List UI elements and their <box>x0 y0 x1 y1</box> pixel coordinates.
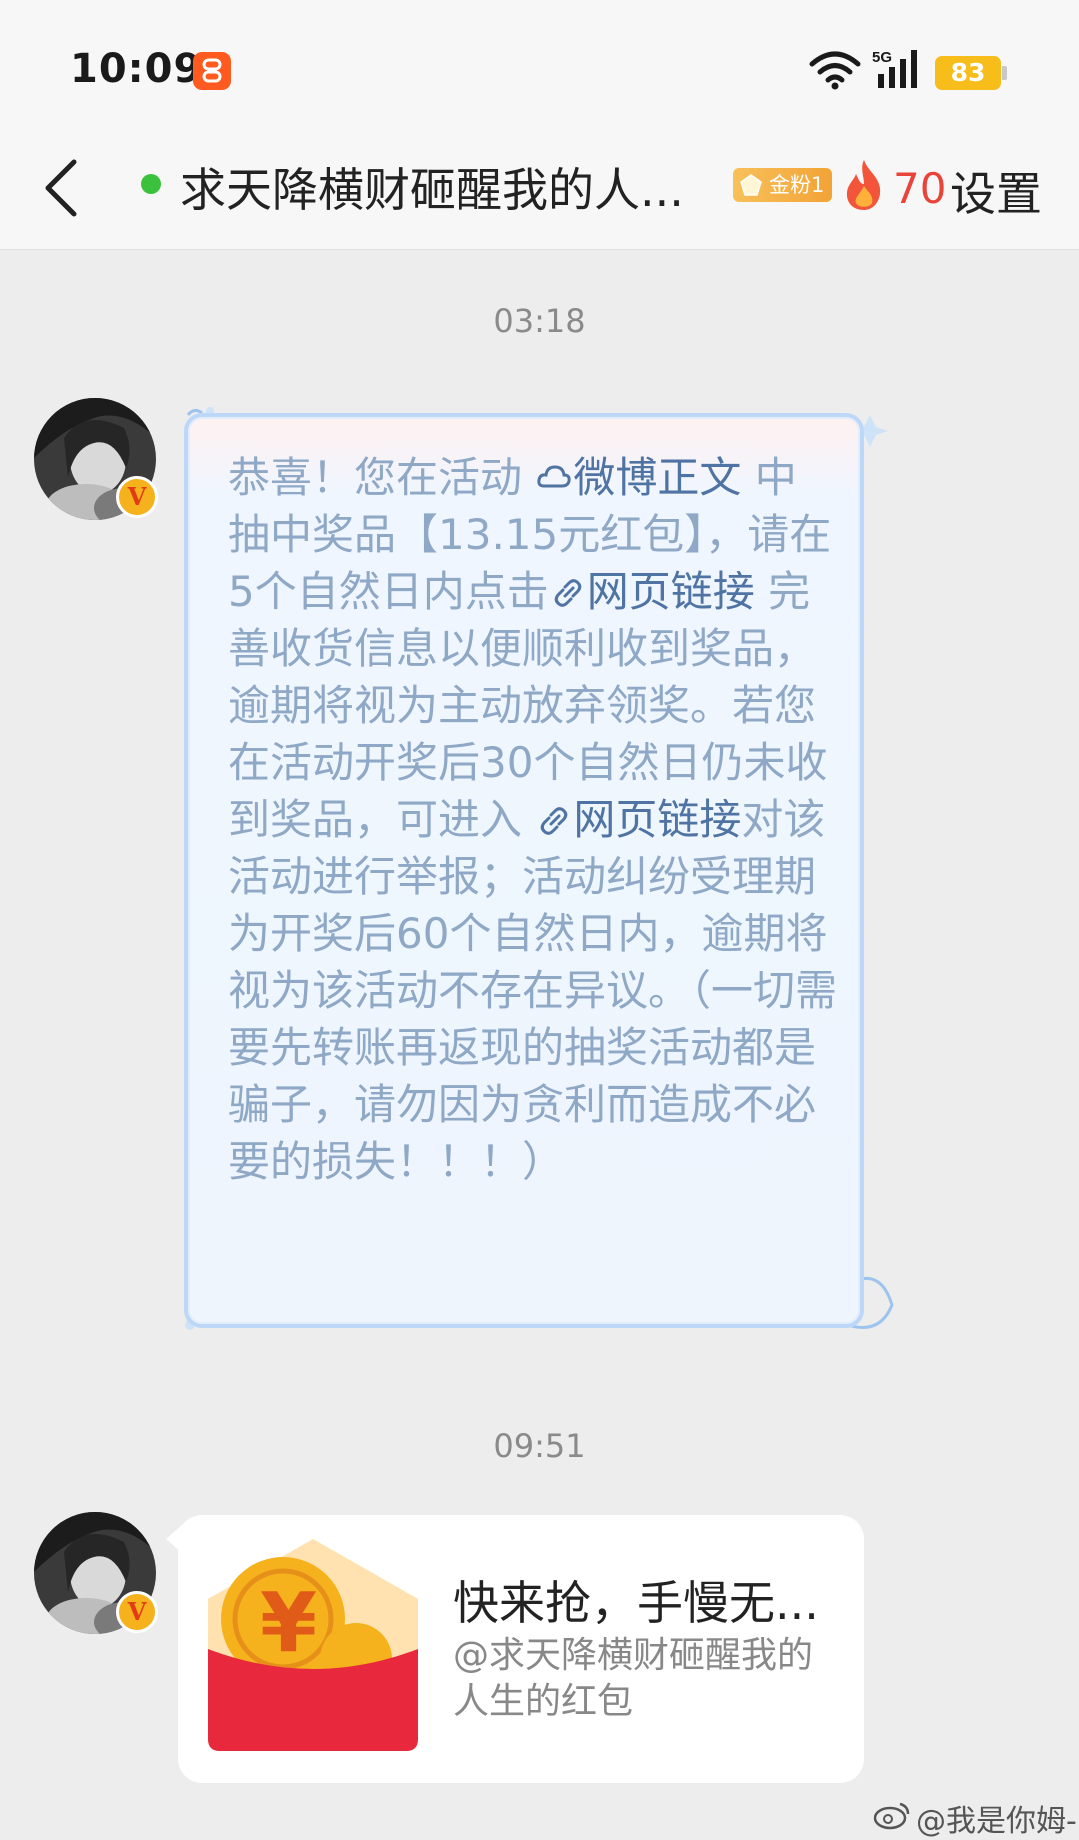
app-badge-icon <box>193 52 231 90</box>
chat-title[interactable]: 求天降横财砸醒我的人... <box>180 154 730 220</box>
red-packet-card[interactable]: ¥ 快来抢，手慢无... @求天降横财砸醒我的人生的红包 <box>178 1515 864 1783</box>
signal-icon: 5G <box>872 49 917 88</box>
battery-level: 83 <box>935 56 1001 90</box>
web-link-1-label: 网页链接 <box>586 567 755 616</box>
red-packet-title: 快来抢，手慢无... <box>453 1576 819 1630</box>
weibo-post-link-label: 微博正文 <box>573 453 742 502</box>
verify-icon: V <box>116 476 158 518</box>
red-packet-subtitle: @求天降横财砸醒我的人生的红包 <box>453 1635 814 1722</box>
intimacy-count: 70 <box>893 164 947 213</box>
weibo-icon <box>537 465 572 488</box>
weibo-logo-icon <box>873 1802 910 1830</box>
svg-text:¥: ¥ <box>260 1576 317 1671</box>
verify-icon: V <box>116 1591 158 1633</box>
web-link-1[interactable]: 网页链接 <box>549 567 755 616</box>
web-link-2[interactable]: 网页链接 <box>535 795 741 844</box>
notice-text: 恭喜！您在活动 微博正文 中抽中奖品【13.15元红包】，请在5个自然日内点击网… <box>228 449 838 1190</box>
red-packet-icon: ¥ <box>208 1539 418 1751</box>
message-timestamp: 03:18 <box>493 302 586 340</box>
settings-button[interactable]: 设置 <box>950 158 1042 224</box>
gem-icon <box>740 174 762 196</box>
message-timestamp: 09:51 <box>493 1427 586 1465</box>
back-icon[interactable] <box>38 156 82 220</box>
watermark: @我是你姆- <box>916 1804 1077 1839</box>
link-icon <box>541 807 568 835</box>
chat-header: 求天降横财砸醒我的人... 金粉1 70 设置 <box>0 130 1079 250</box>
fan-level-badge: 金粉1 <box>733 168 833 202</box>
notice-text-part4: 对该活动进行举报；活动纠纷受理期为开奖后60个自然日内，逾期将视为该活动不存在异… <box>228 795 838 1186</box>
status-time: 10:09 <box>70 46 203 92</box>
fire-icon <box>846 160 881 210</box>
link-icon <box>554 579 581 607</box>
lottery-notice-message: 恭喜！您在活动 微博正文 中抽中奖品【13.15元红包】，请在5个自然日内点击网… <box>184 413 864 1328</box>
fan-badge-label: 金粉1 <box>769 173 825 197</box>
battery-tip <box>1002 66 1007 80</box>
web-link-2-label: 网页链接 <box>573 795 742 844</box>
weibo-post-link[interactable]: 微博正文 <box>535 453 741 502</box>
online-status-dot <box>141 174 161 194</box>
wifi-icon <box>809 51 861 90</box>
svg-text:5G: 5G <box>872 49 892 66</box>
notice-text-part1: 恭喜！您在活动 <box>228 453 523 502</box>
status-bar: 10:09 5G 83 <box>0 0 1079 130</box>
